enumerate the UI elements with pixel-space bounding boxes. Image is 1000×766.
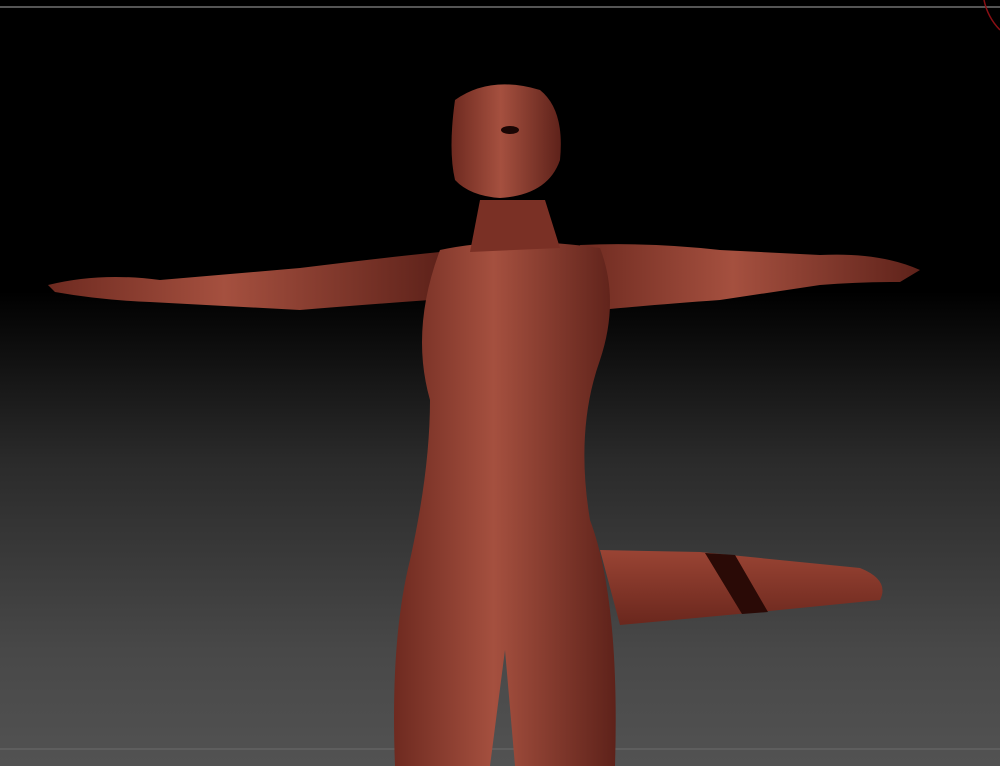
rotation-gizmo-icon[interactable] <box>983 0 1000 31</box>
model-head <box>451 84 561 198</box>
sculpt-model[interactable] <box>0 0 1000 766</box>
3d-viewport-canvas[interactable] <box>0 0 1000 766</box>
model-tail <box>600 550 883 625</box>
